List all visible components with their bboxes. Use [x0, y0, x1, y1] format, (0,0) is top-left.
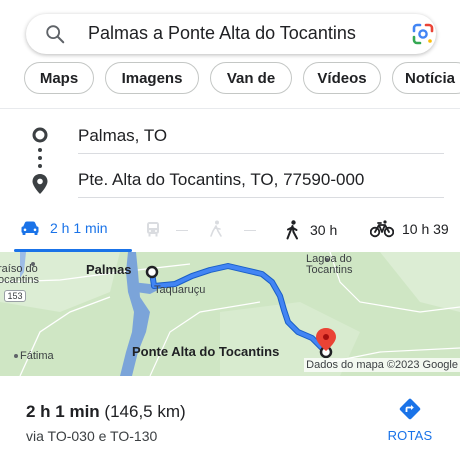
chip-van-de[interactable]: Van de	[210, 62, 292, 94]
chip-noticias[interactable]: Notícia	[392, 62, 460, 94]
bicycle-time: 10 h 39	[402, 221, 449, 237]
walk-time: 30 h	[310, 222, 338, 238]
origin-field[interactable]: Palmas, TO	[78, 118, 444, 154]
mode-transit[interactable]	[144, 220, 162, 238]
mode-walking-disabled[interactable]	[208, 220, 224, 238]
route-distance: (146,5 km)	[104, 402, 186, 421]
route-duration-distance: 2 h 1 min (146,5 km)	[26, 402, 186, 422]
mode-bicycle[interactable]: 10 h 39	[370, 220, 449, 238]
walk-icon	[286, 220, 298, 240]
map-label-lagoa-tocantins: Tocantins	[306, 264, 353, 276]
search-icon[interactable]	[44, 23, 66, 45]
bicycle-icon	[370, 220, 394, 238]
route-summary: 2 h 1 min (146,5 km) via TO-030 e TO-130…	[0, 376, 460, 451]
route-via: via TO-030 e TO-130	[26, 428, 158, 444]
route-dots	[37, 148, 43, 174]
destination-pin-icon	[32, 174, 48, 194]
rotas-label: ROTAS	[387, 428, 433, 443]
search-query[interactable]: Palmas a Ponte Alta do Tocantins	[88, 23, 356, 44]
map-label-taquarucu: Taquaruçu	[154, 284, 206, 296]
directions-icon	[399, 398, 421, 420]
map-attribution: Dados do mapa ©2023 Google	[304, 358, 460, 372]
map-label-ponte-alta: Ponte Alta do Tocantins	[132, 344, 280, 359]
route-inputs: Palmas, TO Pte. Alta do Tocantins, TO, 7…	[0, 110, 460, 205]
divider	[0, 108, 460, 109]
route-map[interactable]: raíso do ocantins 153 Palmas Taquaruçu L…	[0, 252, 460, 376]
car-icon	[21, 221, 39, 235]
map-label-palmas: Palmas	[86, 262, 132, 277]
search-area: Palmas a Ponte Alta do Tocantins	[0, 0, 460, 58]
map-label-tocantins-left: ocantins	[0, 274, 39, 286]
mode-car[interactable]: 2 h 1 min	[20, 220, 108, 236]
unavailable-dash	[244, 230, 256, 231]
destination-field[interactable]: Pte. Alta do Tocantins, TO, 77590-000	[78, 162, 444, 198]
highway-shield: 153	[4, 290, 26, 302]
travel-mode-bar: 2 h 1 min 30 h 10 h 39	[0, 208, 460, 252]
transit-icon	[147, 222, 159, 237]
chip-imagens[interactable]: Imagens	[105, 62, 199, 94]
person-disabled-icon	[210, 220, 222, 237]
chip-maps[interactable]: Maps	[24, 62, 94, 94]
car-time: 2 h 1 min	[50, 220, 108, 236]
map-label-fatima: Fátima	[20, 350, 54, 362]
transit-unavailable-dash	[176, 230, 188, 231]
search-filter-chips: Maps Imagens Van de Vídeos Notícia	[0, 62, 460, 96]
origin-marker-icon	[32, 127, 48, 143]
rotas-button[interactable]: ROTAS	[380, 398, 440, 448]
search-bar[interactable]: Palmas a Ponte Alta do Tocantins	[26, 14, 436, 54]
google-lens-icon[interactable]	[410, 21, 436, 47]
route-duration: 2 h 1 min	[26, 402, 100, 421]
chip-videos[interactable]: Vídeos	[303, 62, 381, 94]
mode-walk[interactable]: 30 h	[284, 220, 337, 240]
